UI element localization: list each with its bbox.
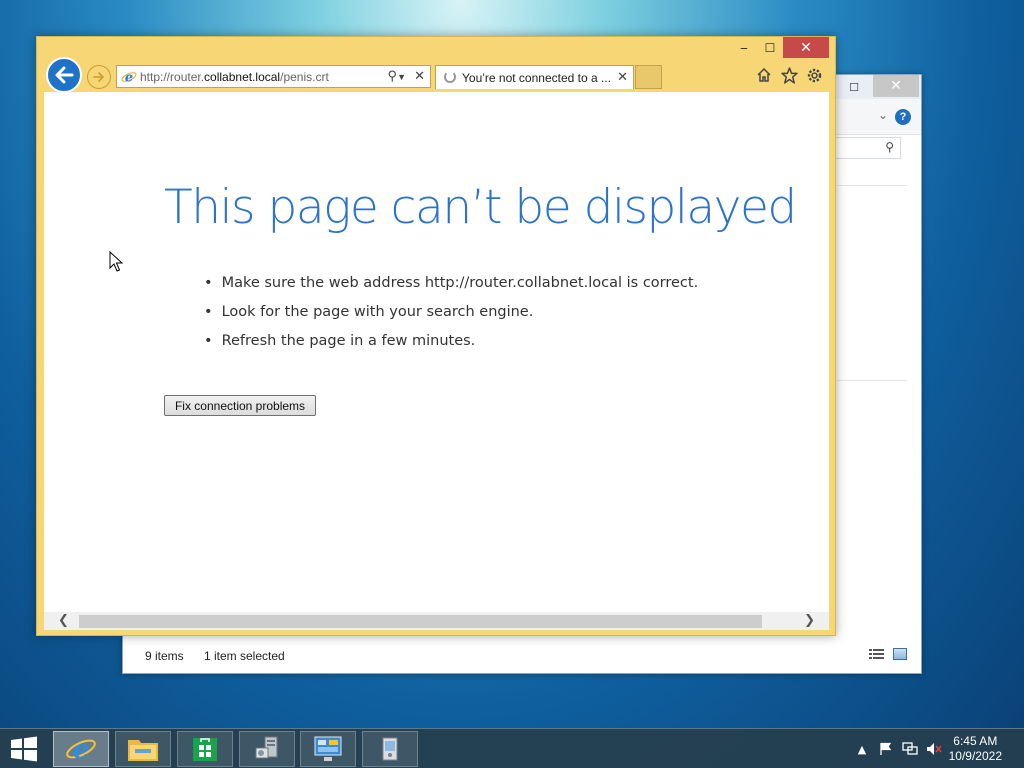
- action-center-flag-icon[interactable]: [874, 739, 898, 759]
- control-panel-icon: [314, 736, 342, 761]
- large-icons-view-icon[interactable]: [893, 648, 907, 660]
- search-icon[interactable]: ⚲: [387, 68, 397, 84]
- url-path: /penis.crt: [280, 70, 329, 84]
- mouse-cursor-icon: [109, 251, 123, 272]
- explorer-close-button[interactable]: ✕: [873, 75, 919, 97]
- network-icon[interactable]: [898, 739, 922, 759]
- back-button[interactable]: [46, 57, 82, 93]
- address-url: http://router.collabnet.local/penis.crt: [140, 70, 329, 84]
- taskbar: e ▲ 6:45 AM 10/9/2022: [0, 728, 1024, 768]
- dropdown-arrow-icon[interactable]: ▼: [397, 72, 406, 82]
- page-content: This page can’t be displayed Make sure t…: [44, 92, 829, 630]
- clock-date: 10/9/2022: [948, 749, 1002, 763]
- internet-explorer-icon: e: [66, 735, 96, 764]
- taskbar-internet-explorer[interactable]: e: [53, 731, 109, 767]
- search-icon: ⚲: [885, 140, 894, 154]
- stop-icon[interactable]: ✕: [414, 68, 425, 84]
- url-domain: collabnet.local: [204, 70, 281, 84]
- tab-active[interactable]: You’re not connected to a ... ✕: [435, 65, 634, 89]
- favorites-star-icon[interactable]: [780, 65, 798, 85]
- scroll-right-icon[interactable]: ❯: [804, 613, 815, 628]
- taskbar-store[interactable]: [177, 731, 233, 767]
- divider: [837, 380, 907, 381]
- minimize-button[interactable]: ‒: [731, 37, 757, 58]
- start-button[interactable]: [10, 736, 38, 762]
- help-icon[interactable]: ?: [895, 109, 911, 125]
- close-button[interactable]: ✕: [783, 37, 829, 58]
- horizontal-scrollbar[interactable]: ❮ ❯: [44, 612, 829, 630]
- folder-icon: [128, 740, 158, 761]
- settings-gear-icon[interactable]: [805, 65, 823, 85]
- error-suggestions: Make sure the web address http://router.…: [204, 275, 699, 362]
- taskbar-file-explorer[interactable]: [115, 731, 171, 767]
- forward-arrow-icon: [93, 72, 104, 82]
- chevron-down-icon[interactable]: ⌄: [878, 108, 888, 122]
- maximize-button[interactable]: ☐: [757, 37, 783, 58]
- scrollbar-thumb[interactable]: [79, 615, 762, 628]
- back-arrow-icon: [55, 66, 74, 84]
- error-title: This page can’t be displayed: [164, 180, 797, 235]
- clock[interactable]: 6:45 AM 10/9/2022: [949, 734, 1002, 764]
- taskbar-remote-desktop[interactable]: [362, 731, 418, 767]
- explorer-status-bar: 9 items 1 item selected: [123, 637, 921, 673]
- fix-connection-button[interactable]: Fix connection problems: [164, 395, 316, 416]
- clock-time: 6:45 AM: [953, 734, 998, 748]
- address-bar[interactable]: e http://router.collabnet.local/penis.cr…: [116, 65, 431, 88]
- taskbar-control-panel[interactable]: [300, 731, 356, 767]
- tab-title: You’re not connected to a ...: [462, 71, 611, 85]
- show-hidden-icons-icon[interactable]: ▲: [850, 739, 874, 759]
- internet-explorer-window[interactable]: ‒ ☐ ✕ e http://router.collabnet.local/pe…: [36, 36, 836, 636]
- list-item: Make sure the web address http://router.…: [204, 275, 699, 304]
- remote-desktop-icon: [382, 737, 398, 761]
- window-controls: ‒ ☐ ✕: [731, 37, 829, 58]
- server-manager-icon: [255, 736, 278, 759]
- tab-close-icon[interactable]: ✕: [617, 69, 628, 85]
- volume-muted-icon[interactable]: [922, 739, 946, 759]
- list-item: Refresh the page in a few minutes.: [204, 333, 698, 362]
- new-tab-button[interactable]: [635, 65, 662, 89]
- status-item-count: 9 items: [145, 649, 184, 663]
- store-icon: [193, 738, 217, 761]
- toolbar-icons: [755, 65, 823, 85]
- scroll-left-icon[interactable]: ❮: [58, 613, 69, 628]
- windows-logo-icon: [11, 736, 37, 762]
- forward-button[interactable]: [87, 65, 111, 89]
- taskbar-server-manager[interactable]: [239, 731, 295, 767]
- url-prefix: http://router.: [140, 70, 205, 84]
- details-view-icon[interactable]: [869, 648, 885, 660]
- divider: [837, 185, 907, 186]
- svg-text:e: e: [125, 71, 133, 86]
- status-selection: 1 item selected: [204, 649, 285, 663]
- ie-page-icon: e: [121, 69, 137, 86]
- loading-spinner-icon: [444, 71, 456, 83]
- home-icon[interactable]: [755, 65, 773, 85]
- explorer-maximize-button[interactable]: ☐: [842, 78, 866, 96]
- list-item: Look for the page with your search engin…: [204, 304, 698, 333]
- svg-text:e: e: [73, 735, 90, 764]
